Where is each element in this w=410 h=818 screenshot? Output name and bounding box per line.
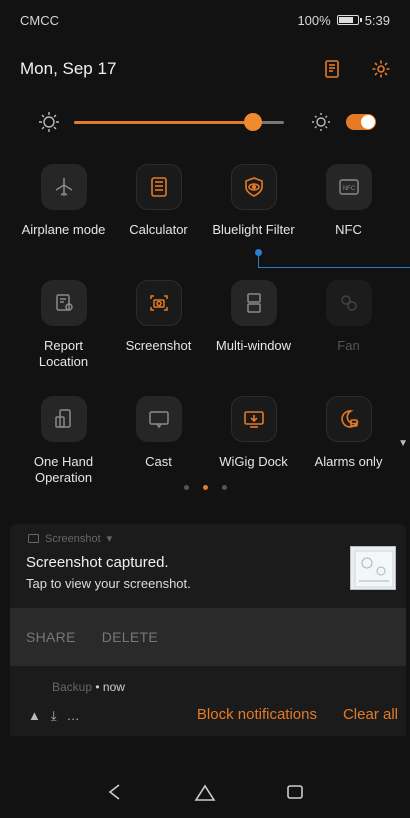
notification-title: Screenshot captured.	[26, 554, 169, 571]
clear-all-button[interactable]: Clear all	[343, 706, 398, 723]
backup-time: • now	[95, 680, 125, 694]
block-notifications-button[interactable]: Block notifications	[197, 706, 317, 723]
recents-icon[interactable]	[281, 778, 309, 806]
notification-shade: CMCC 100% 5:39 Mon, Sep 17 Airplane mode…	[0, 0, 410, 818]
brightness-thumb[interactable]	[243, 112, 262, 131]
backup-status-icons: ▲ ⤓ …	[28, 708, 80, 724]
carrier-label: CMCC	[20, 12, 59, 28]
tile-label: Calculator	[129, 222, 188, 237]
back-icon[interactable]	[101, 778, 129, 806]
more-icon: …	[66, 708, 80, 723]
notification-text: Tap to view your screenshot.	[26, 576, 191, 591]
page-dot[interactable]	[202, 485, 208, 490]
brightness-row	[36, 106, 392, 138]
auto-brightness-toggle[interactable]	[346, 114, 376, 130]
date-label: Mon, Sep 17	[20, 59, 117, 78]
tile-airplane-mode[interactable]: Airplane mode	[16, 160, 111, 270]
tile-label: Bluelight Filter	[212, 222, 295, 237]
multi-window-icon	[230, 280, 277, 326]
share-button[interactable]: SHARE	[26, 629, 76, 645]
battery-icon	[336, 15, 362, 25]
tile-label: WiGig Dock	[219, 454, 288, 469]
backup-app-row: Backup • now	[52, 680, 125, 694]
notification-app-name: Screenshot	[45, 532, 101, 545]
tile-label: Fan	[337, 338, 360, 353]
one-hand-icon	[40, 396, 87, 442]
tile-label: Alarms only	[314, 454, 383, 469]
tile-report-location[interactable]: Report Location	[16, 276, 111, 386]
status-bar: CMCC 100% 5:39	[0, 0, 410, 40]
backup-actions: Block notifications Clear all	[197, 706, 398, 723]
brightness-icon	[36, 109, 62, 135]
clock: 5:39	[364, 12, 390, 28]
tile-label: Cast	[145, 454, 172, 469]
quick-settings-grid: Airplane mode Calculator Bluelight Filte…	[16, 160, 396, 502]
shade-header: Mon, Sep 17	[20, 52, 396, 86]
fan-icon	[325, 280, 372, 326]
page-dot[interactable]	[183, 485, 189, 490]
tile-label: Report Location	[38, 338, 89, 369]
status-right: 100% 5:39	[297, 13, 390, 28]
settings-icon[interactable]	[366, 54, 396, 84]
expand-icon[interactable]: ▾	[107, 532, 113, 545]
backup-app-name: Backup	[52, 680, 93, 694]
tile-label: NFC	[335, 222, 362, 237]
backup-notification[interactable]: Backup • now ▲ ⤓ … Block notifications C…	[10, 672, 406, 736]
edit-icon[interactable]	[318, 54, 348, 84]
delete-button[interactable]: DELETE	[102, 629, 158, 645]
notification-app-row: Screenshot ▾	[28, 532, 112, 545]
tile-multi-window[interactable]: Multi-window	[206, 276, 301, 386]
screenshot-small-icon	[28, 534, 39, 543]
brightness-fill	[74, 120, 253, 124]
alarm-moon-icon	[325, 396, 372, 442]
report-location-icon	[40, 280, 87, 326]
battery-percent: 100%	[297, 12, 331, 28]
airplane-icon	[40, 164, 87, 210]
tile-label: Screenshot	[125, 338, 192, 353]
auto-brightness-icon	[308, 109, 334, 135]
nfc-icon: NFC	[325, 164, 372, 210]
tile-screenshot[interactable]: Screenshot	[111, 276, 206, 386]
cast-icon	[135, 396, 182, 442]
home-icon[interactable]	[191, 778, 219, 806]
navigation-bar	[0, 766, 410, 818]
calculator-icon	[135, 164, 182, 210]
screenshot-thumbnail[interactable]	[350, 546, 396, 590]
annotation-dot	[255, 249, 262, 256]
header-icons	[318, 54, 396, 84]
eye-shield-icon	[230, 164, 277, 210]
tile-label: Airplane mode	[21, 222, 106, 237]
brightness-slider[interactable]	[74, 112, 284, 131]
tile-label: One Hand Operation	[33, 454, 94, 485]
tile-calculator[interactable]: Calculator	[111, 160, 206, 270]
svg-text:NFC: NFC	[342, 186, 355, 192]
page-dot[interactable]	[221, 485, 227, 490]
tile-label: Multi-window	[215, 338, 292, 353]
screenshot-notification[interactable]: Screenshot ▾ Screenshot captured. Tap to…	[10, 524, 406, 690]
screenshot-icon	[135, 280, 182, 326]
annotation-line	[258, 252, 410, 268]
wigig-dock-icon	[230, 396, 277, 442]
tile-fan[interactable]: Fan	[301, 276, 396, 386]
page-indicator	[0, 485, 410, 490]
download-icon: ⤓	[50, 708, 57, 723]
notification-actions: SHARE DELETE	[10, 608, 406, 666]
warning-icon: ▲	[28, 708, 41, 723]
chevron-down-icon[interactable]: ▼	[398, 438, 408, 449]
